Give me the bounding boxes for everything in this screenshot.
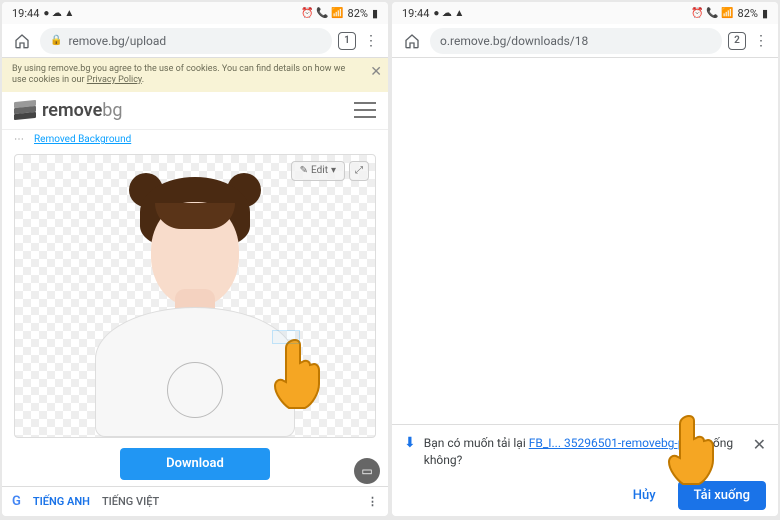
download-icon: ⬇ xyxy=(404,435,416,451)
blank-content xyxy=(392,58,778,424)
url-bar[interactable]: o.remove.bg/downloads/18 xyxy=(430,28,722,54)
status-icon: ● ☁ ▲ xyxy=(43,8,74,19)
cookie-close[interactable]: ✕ xyxy=(370,64,382,81)
tab-switcher[interactable]: 2 xyxy=(728,32,746,50)
cookie-text: By using remove.bg you agree to the use … xyxy=(12,64,345,85)
status-bar: 19:44 ● ☁ ▲ ⏰ 📞 📶 82% ▮ xyxy=(2,2,388,24)
download-prompt: ⬇ Bạn có muốn tải lại FB_I... 35296501-r… xyxy=(392,424,778,516)
status-battery: 82% xyxy=(348,7,368,20)
pencil-icon: ✎ xyxy=(300,165,308,176)
download-button[interactable]: Download xyxy=(120,448,270,480)
download-cancel-button[interactable]: Hủy xyxy=(633,488,656,503)
browser-menu[interactable]: ⋮ xyxy=(362,33,380,49)
result-person xyxy=(85,177,305,437)
translate-bar: G TIẾNG ANH TIẾNG VIỆT ⋮ xyxy=(2,486,388,516)
menu-button[interactable] xyxy=(354,102,376,118)
battery-icon: ▮ xyxy=(372,7,378,20)
tab-original[interactable]: ⋯ xyxy=(14,134,24,145)
site-header: removebg xyxy=(2,92,388,130)
translate-lang-en[interactable]: TIẾNG ANH xyxy=(33,495,90,508)
status-time: 19:44 xyxy=(402,7,429,20)
phone-left: 19:44 ● ☁ ▲ ⏰ 📞 📶 82% ▮ 🔒 remove.bg/uplo… xyxy=(2,2,388,516)
translate-lang-vi[interactable]: TIẾNG VIỆT xyxy=(102,495,159,508)
download-label: Download xyxy=(166,456,224,471)
site-logo[interactable]: removebg xyxy=(14,100,123,121)
cookie-policy-link[interactable]: Privacy Policy xyxy=(87,75,142,85)
result-tabs: ⋯ Removed Background xyxy=(2,130,388,150)
download-prompt-text: Bạn có muốn tải lại FB_I... 35296501-rem… xyxy=(424,435,745,469)
chevron-down-icon: ▾ xyxy=(331,165,336,176)
status-time: 19:44 xyxy=(12,7,39,20)
result-image-panel: ✎ Edit ▾ ⤢ xyxy=(14,154,376,438)
google-icon: G xyxy=(12,494,21,509)
status-icon: ⏰ 📞 📶 xyxy=(691,8,733,19)
accessibility-fab[interactable]: ▭ xyxy=(354,458,380,484)
home-button[interactable] xyxy=(400,29,424,53)
url-bar[interactable]: 🔒 remove.bg/upload xyxy=(40,28,332,54)
logo-text-main: remove xyxy=(42,100,102,121)
browser-bar: 🔒 remove.bg/upload 1 ⋮ xyxy=(2,24,388,58)
cookie-banner: By using remove.bg you agree to the use … xyxy=(2,58,388,92)
browser-bar: o.remove.bg/downloads/18 2 ⋮ xyxy=(392,24,778,58)
status-bar: 19:44 ● ☁ ▲ ⏰ 📞 📶 82% ▮ xyxy=(392,2,778,24)
tab-removed-bg[interactable]: Removed Background xyxy=(34,134,131,145)
tab-switcher[interactable]: 1 xyxy=(338,32,356,50)
url-text: o.remove.bg/downloads/18 xyxy=(440,34,588,48)
status-icon: ⏰ 📞 📶 xyxy=(301,8,343,19)
status-battery: 82% xyxy=(738,7,758,20)
logo-text-sub: bg xyxy=(102,100,122,121)
lock-icon: 🔒 xyxy=(50,35,62,46)
expand-button[interactable]: ⤢ xyxy=(349,161,369,181)
translate-menu[interactable]: ⋮ xyxy=(367,495,378,508)
edit-label: Edit xyxy=(311,165,328,176)
home-button[interactable] xyxy=(10,29,34,53)
logo-icon xyxy=(14,101,36,119)
url-text: remove.bg/upload xyxy=(68,34,166,48)
browser-menu[interactable]: ⋮ xyxy=(752,33,770,49)
battery-icon: ▮ xyxy=(762,7,768,20)
phone-right: 19:44 ● ☁ ▲ ⏰ 📞 📶 82% ▮ o.remove.bg/down… xyxy=(392,2,778,516)
download-prompt-close[interactable]: ✕ xyxy=(753,435,766,454)
download-confirm-button[interactable]: Tải xuống xyxy=(678,481,766,510)
annotation-box xyxy=(272,330,300,344)
status-icon: ● ☁ ▲ xyxy=(433,8,464,19)
download-file-link[interactable]: FB_I... 35296501-removebg-pr... xyxy=(529,436,698,450)
